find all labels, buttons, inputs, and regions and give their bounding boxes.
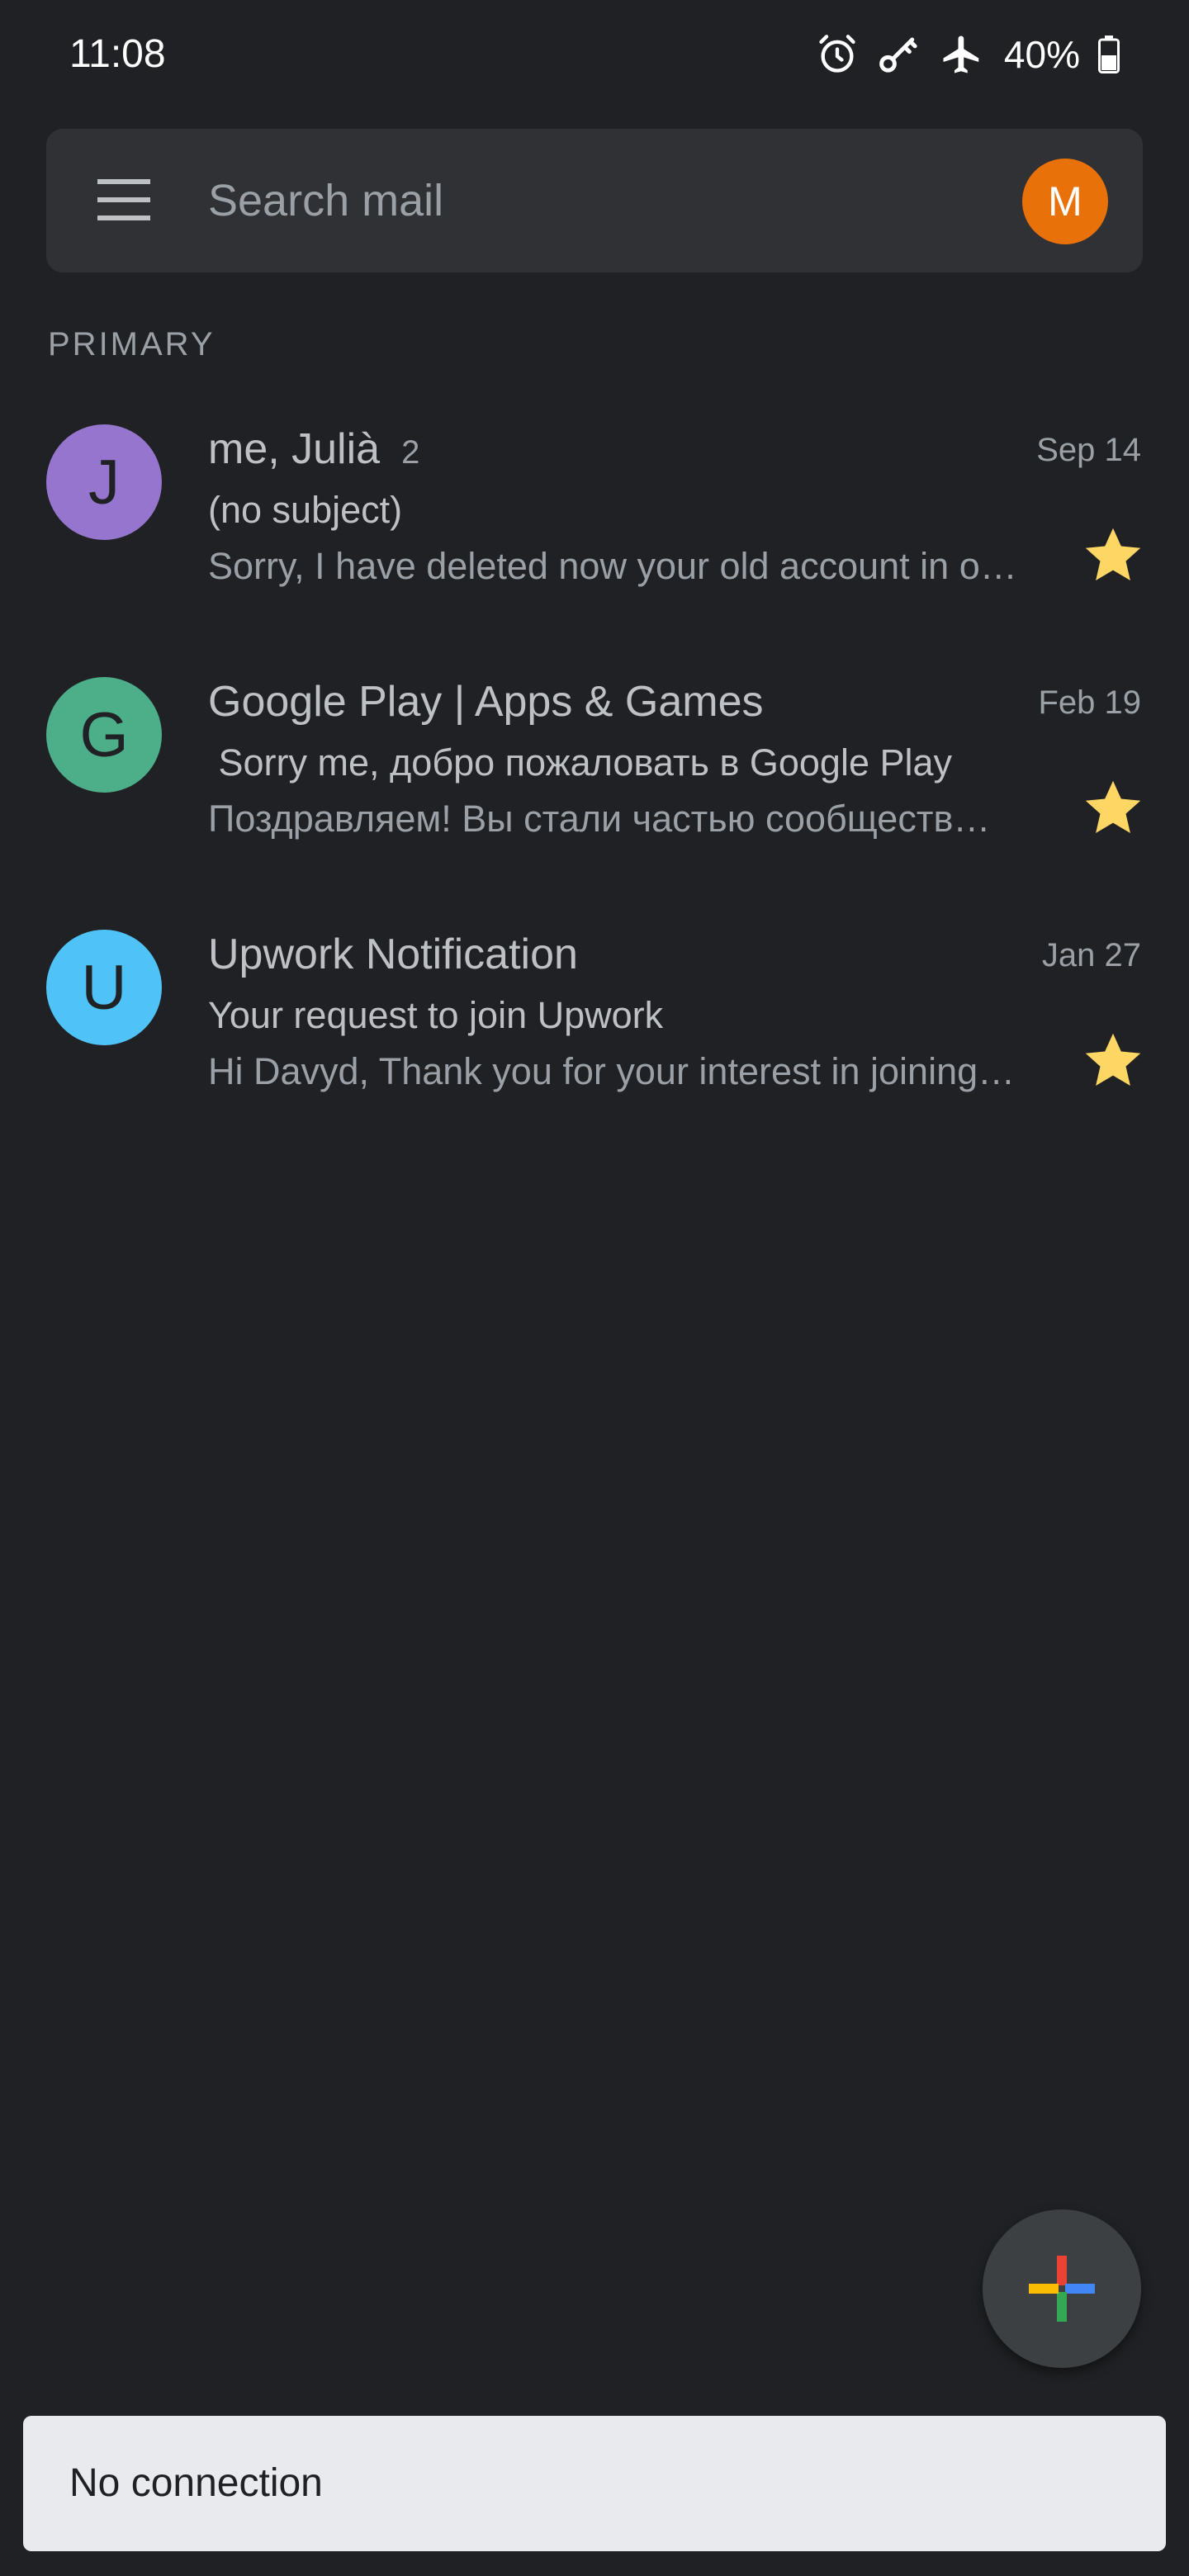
sender-name: Upwork Notification bbox=[208, 930, 578, 978]
snackbar-message: No connection bbox=[69, 2461, 323, 2505]
battery-percentage: 40% bbox=[1003, 33, 1080, 76]
airplane-mode-icon bbox=[940, 32, 984, 77]
email-date: Sep 14 bbox=[1036, 432, 1141, 468]
alarm-icon bbox=[816, 33, 859, 76]
account-avatar[interactable]: M bbox=[1022, 159, 1108, 244]
email-subject: Sorry me, добро пожаловать в Google Play bbox=[208, 741, 953, 784]
email-snippet: Hi Davyd, Thank you for your interest in… bbox=[208, 1050, 1016, 1092]
email-subject: (no subject) bbox=[208, 489, 403, 531]
status-icons: 40% bbox=[816, 28, 1120, 81]
email-list-item[interactable]: J me, Julià 2 Sep 14 (no subject) Sorry, … bbox=[0, 424, 1189, 656]
status-bar: 11:08 40% bbox=[0, 0, 1189, 107]
email-sender: Upwork Notification bbox=[208, 928, 578, 981]
section-label-primary: PRIMARY bbox=[48, 326, 216, 362]
snackbar: No connection bbox=[23, 2416, 1166, 2551]
email-list-item[interactable]: U Upwork Notification Jan 27 Your reques… bbox=[0, 930, 1189, 1161]
sender-name: me, Julià bbox=[208, 425, 381, 473]
email-sender: Google Play | Apps & Games bbox=[208, 675, 764, 728]
battery-icon bbox=[1098, 36, 1120, 73]
compose-button[interactable] bbox=[983, 2209, 1141, 2368]
sender-avatar[interactable]: U bbox=[46, 930, 162, 1045]
star-icon[interactable] bbox=[1082, 523, 1144, 586]
sender-avatar[interactable]: G bbox=[46, 677, 162, 793]
star-icon[interactable] bbox=[1082, 776, 1144, 839]
vpn-key-icon bbox=[877, 32, 921, 77]
star-icon[interactable] bbox=[1082, 1029, 1144, 1091]
email-list-item[interactable]: G Google Play | Apps & Games Feb 19 Sorr… bbox=[0, 677, 1189, 908]
sender-avatar[interactable]: J bbox=[46, 424, 162, 540]
menu-icon[interactable] bbox=[97, 176, 167, 225]
compose-plus-icon bbox=[1029, 2256, 1095, 2322]
search-input[interactable]: Search mail bbox=[208, 173, 443, 228]
email-sender: me, Julià 2 bbox=[208, 423, 419, 479]
sender-name: Google Play | Apps & Games bbox=[208, 678, 764, 726]
thread-count: 2 bbox=[401, 434, 420, 471]
email-date: Jan 27 bbox=[1041, 937, 1141, 973]
email-snippet: Sorry, I have deleted now your old accou… bbox=[208, 545, 1017, 587]
email-snippet: Поздравляем! Вы стали частью сообществ… bbox=[208, 798, 991, 840]
status-time: 11:08 bbox=[69, 32, 166, 76]
email-date: Feb 19 bbox=[1038, 684, 1141, 721]
search-bar[interactable]: Search mail M bbox=[46, 129, 1143, 272]
email-subject: Your request to join Upwork bbox=[208, 994, 664, 1036]
